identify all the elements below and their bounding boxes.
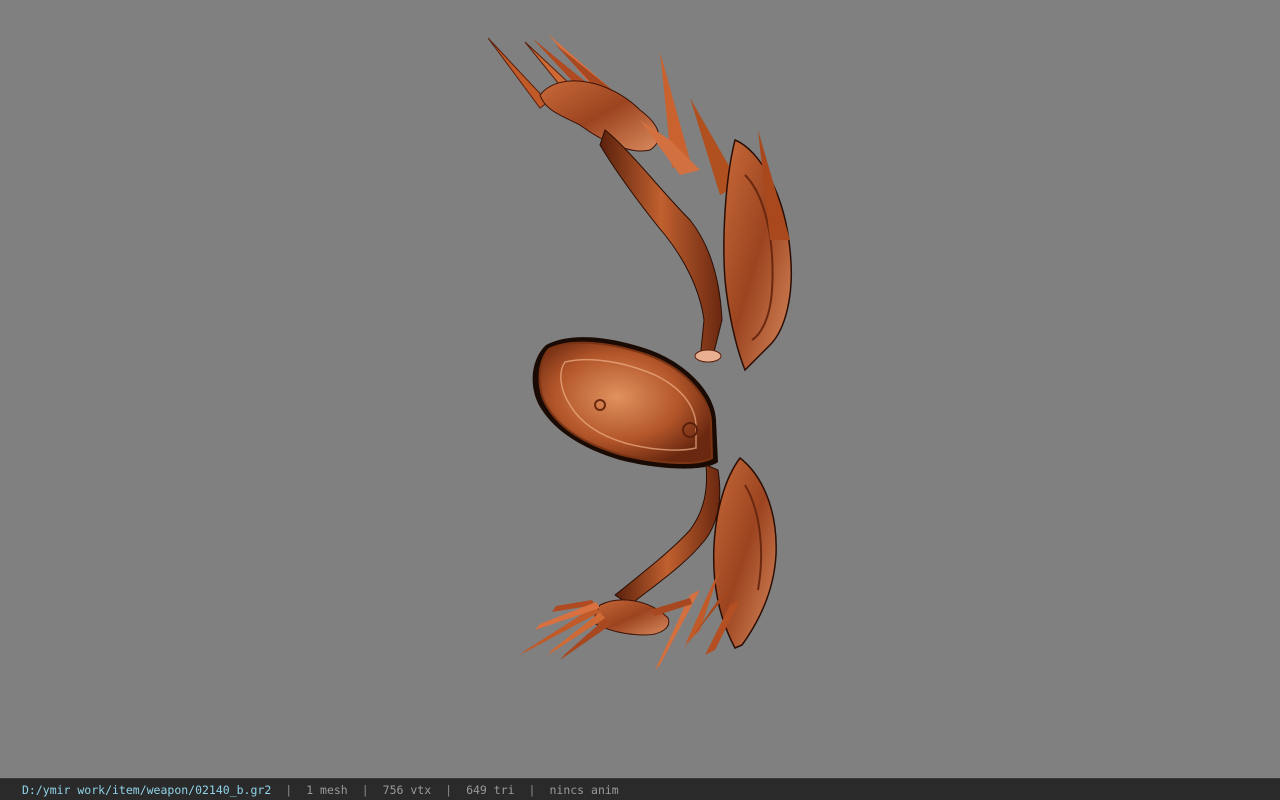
claw-weapon-model [487, 34, 793, 670]
file-path: D:/ymir work/item/weapon/02140_b.gr2 [22, 782, 272, 797]
separator: | [361, 782, 369, 797]
triangle-count: 649 tri [466, 782, 515, 797]
upper-arm [599, 129, 723, 361]
upper-hand [539, 80, 660, 152]
center-shield [532, 337, 718, 469]
model-viewport[interactable] [0, 0, 1280, 778]
mesh-count: 1 mesh [306, 782, 348, 797]
separator: | [528, 782, 536, 797]
status-bar: D:/ymir work/item/weapon/02140_b.gr2 | 1… [0, 778, 1280, 800]
animation-status: nincs anim [549, 782, 619, 797]
joint-ring [694, 349, 722, 363]
vertex-count: 756 vtx [382, 782, 432, 797]
separator: | [285, 782, 293, 797]
separator: | [445, 782, 453, 797]
lower-arm [614, 464, 721, 606]
